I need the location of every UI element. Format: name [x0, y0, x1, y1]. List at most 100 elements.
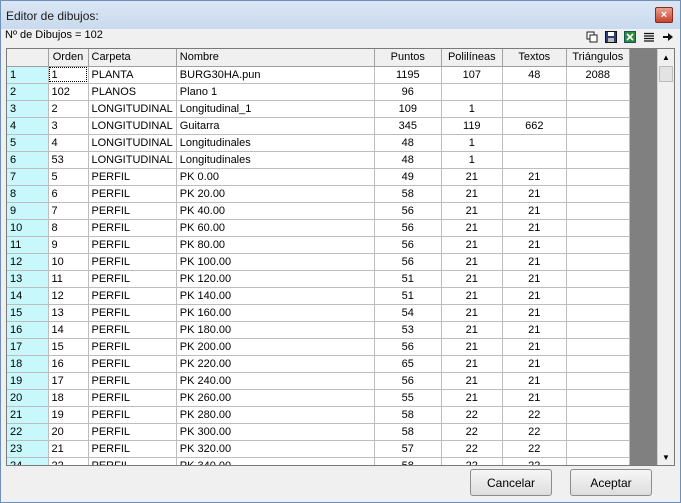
cell-polilineas[interactable]: 21	[441, 389, 503, 407]
cell-index[interactable]: 20	[7, 389, 49, 407]
cell-nombre[interactable]: PK 20.00	[176, 185, 375, 203]
cell-puntos[interactable]: 96	[374, 83, 442, 101]
cell-puntos[interactable]: 49	[374, 168, 442, 186]
cell-carpeta[interactable]: PLANOS	[88, 83, 177, 101]
cell-orden[interactable]: 8	[48, 219, 89, 237]
cell-puntos[interactable]: 53	[374, 321, 442, 339]
cell-index[interactable]: 1	[7, 66, 49, 84]
cell-nombre[interactable]: Longitudinal_1	[176, 100, 375, 118]
cell-puntos[interactable]: 345	[374, 117, 442, 135]
table-row[interactable]: 6 53 LONGITUDINAL Longitudinales 48 1	[7, 151, 630, 169]
cell-textos[interactable]	[502, 134, 567, 152]
cell-nombre[interactable]: PK 40.00	[176, 202, 375, 220]
cell-textos[interactable]: 48	[502, 66, 567, 84]
cell-orden[interactable]: 7	[48, 202, 89, 220]
cell-polilineas[interactable]: 21	[441, 372, 503, 390]
table-row[interactable]: 14 12 PERFIL PK 140.00 51 21 21	[7, 287, 630, 305]
cell-puntos[interactable]: 56	[374, 253, 442, 271]
cell-carpeta[interactable]: LONGITUDINAL	[88, 134, 177, 152]
cell-orden[interactable]: 18	[48, 389, 89, 407]
cell-textos[interactable]: 21	[502, 253, 567, 271]
cell-textos[interactable]: 21	[502, 219, 567, 237]
table-row[interactable]: 1 1 PLANTA BURG30HA.pun 1195 107 48 2088	[7, 66, 630, 84]
list-icon[interactable]	[642, 30, 655, 43]
table-row[interactable]: 23 21 PERFIL PK 320.00 57 22 22	[7, 440, 630, 458]
cell-carpeta[interactable]: PERFIL	[88, 202, 177, 220]
cell-textos[interactable]: 21	[502, 304, 567, 322]
cell-triangulos[interactable]	[566, 117, 630, 135]
cell-carpeta[interactable]: PERFIL	[88, 406, 177, 424]
cell-puntos[interactable]: 58	[374, 185, 442, 203]
cell-carpeta[interactable]: PERFIL	[88, 304, 177, 322]
cell-carpeta[interactable]: PERFIL	[88, 253, 177, 271]
cell-orden[interactable]: 21	[48, 440, 89, 458]
cell-textos[interactable]: 21	[502, 355, 567, 373]
cell-puntos[interactable]: 57	[374, 440, 442, 458]
cell-nombre[interactable]: PK 60.00	[176, 219, 375, 237]
save-icon[interactable]	[604, 30, 617, 43]
cancel-button[interactable]: Cancelar	[470, 469, 552, 496]
cell-textos[interactable]: 22	[502, 406, 567, 424]
cell-triangulos[interactable]	[566, 134, 630, 152]
vertical-scrollbar[interactable]: ▲ ▼	[657, 49, 674, 465]
column-header-orden[interactable]: Orden	[48, 49, 89, 67]
cell-textos[interactable]: 662	[502, 117, 567, 135]
table-row[interactable]: 2 102 PLANOS Plano 1 96	[7, 83, 630, 101]
cell-triangulos[interactable]	[566, 100, 630, 118]
cell-polilineas[interactable]	[441, 83, 503, 101]
cell-orden[interactable]: 9	[48, 236, 89, 254]
cell-puntos[interactable]: 56	[374, 338, 442, 356]
cell-orden[interactable]: 102	[48, 83, 89, 101]
cell-textos[interactable]: 22	[502, 423, 567, 441]
cell-polilineas[interactable]: 21	[441, 338, 503, 356]
arrow-right-icon[interactable]	[661, 30, 674, 43]
cell-index[interactable]: 11	[7, 236, 49, 254]
cell-orden[interactable]: 14	[48, 321, 89, 339]
cell-carpeta[interactable]: PLANTA	[88, 66, 177, 84]
cell-index[interactable]: 4	[7, 117, 49, 135]
table-row[interactable]: 12 10 PERFIL PK 100.00 56 21 21	[7, 253, 630, 271]
table-row[interactable]: 20 18 PERFIL PK 260.00 55 21 21	[7, 389, 630, 407]
cell-carpeta[interactable]: PERFIL	[88, 287, 177, 305]
cell-carpeta[interactable]: PERFIL	[88, 270, 177, 288]
cell-index[interactable]: 3	[7, 100, 49, 118]
cell-nombre[interactable]: BURG30HA.pun	[176, 66, 375, 84]
cell-nombre[interactable]: PK 240.00	[176, 372, 375, 390]
cell-nombre[interactable]: PK 220.00	[176, 355, 375, 373]
cell-orden[interactable]: 17	[48, 372, 89, 390]
table-row[interactable]: 17 15 PERFIL PK 200.00 56 21 21	[7, 338, 630, 356]
cell-carpeta[interactable]: LONGITUDINAL	[88, 151, 177, 169]
cell-textos[interactable]	[502, 151, 567, 169]
cell-polilineas[interactable]: 21	[441, 168, 503, 186]
cell-orden[interactable]: 16	[48, 355, 89, 373]
cell-index[interactable]: 14	[7, 287, 49, 305]
cell-orden[interactable]: 19	[48, 406, 89, 424]
column-header-carpeta[interactable]: Carpeta	[88, 49, 177, 67]
cell-polilineas[interactable]: 107	[441, 66, 503, 84]
cell-carpeta[interactable]: PERFIL	[88, 372, 177, 390]
cell-triangulos[interactable]	[566, 236, 630, 254]
cell-triangulos[interactable]	[566, 304, 630, 322]
cell-nombre[interactable]: PK 0.00	[176, 168, 375, 186]
table-row[interactable]: 24 22 PERFIL PK 340.00 58 22 22	[7, 457, 630, 465]
cell-puntos[interactable]: 1195	[374, 66, 442, 84]
cell-triangulos[interactable]	[566, 440, 630, 458]
cell-nombre[interactable]: PK 80.00	[176, 236, 375, 254]
excel-icon[interactable]	[623, 30, 636, 43]
cell-polilineas[interactable]: 22	[441, 406, 503, 424]
cell-carpeta[interactable]: PERFIL	[88, 236, 177, 254]
table-row[interactable]: 4 3 LONGITUDINAL Guitarra 345 119 662	[7, 117, 630, 135]
cell-polilineas[interactable]: 22	[441, 440, 503, 458]
cell-carpeta[interactable]: LONGITUDINAL	[88, 100, 177, 118]
cell-textos[interactable]: 21	[502, 202, 567, 220]
cell-index[interactable]: 8	[7, 185, 49, 203]
cell-index[interactable]: 22	[7, 423, 49, 441]
column-header-polilineas[interactable]: Polilíneas	[441, 49, 503, 67]
cell-polilineas[interactable]: 21	[441, 270, 503, 288]
cell-puntos[interactable]: 58	[374, 457, 442, 465]
cell-polilineas[interactable]: 21	[441, 355, 503, 373]
cell-index[interactable]: 18	[7, 355, 49, 373]
cell-nombre[interactable]: Longitudinales	[176, 134, 375, 152]
column-header-textos[interactable]: Textos	[502, 49, 567, 67]
cell-nombre[interactable]: PK 200.00	[176, 338, 375, 356]
